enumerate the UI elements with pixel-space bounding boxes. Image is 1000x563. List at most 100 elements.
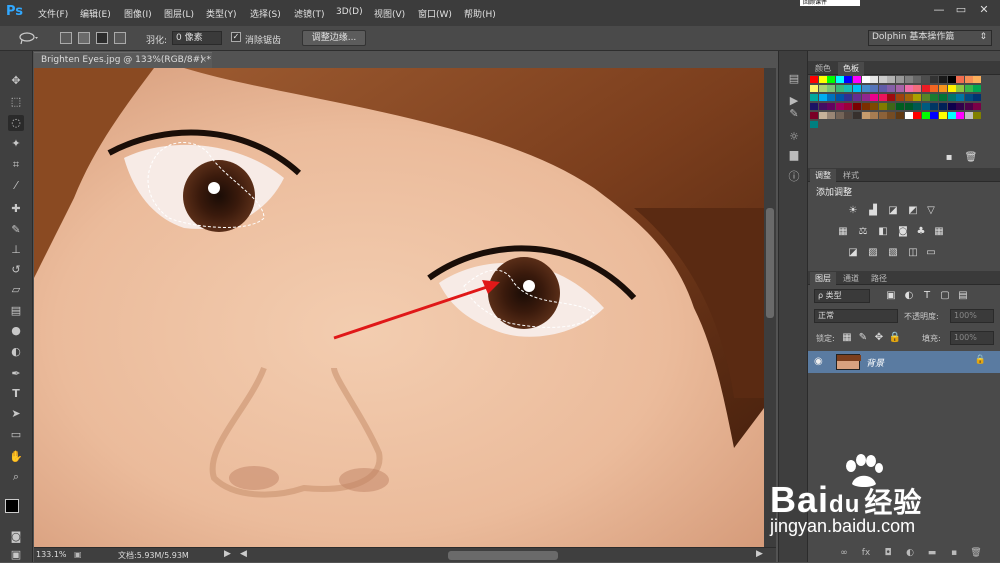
foreground-color-swatch[interactable] xyxy=(5,499,19,513)
swatch[interactable] xyxy=(835,85,844,92)
swatch[interactable] xyxy=(827,94,836,101)
swatch[interactable] xyxy=(930,94,939,101)
intersect-selection-icon[interactable] xyxy=(114,32,126,44)
hand-tool-icon[interactable]: ✋ xyxy=(8,449,24,465)
tab-color[interactable]: 颜色 xyxy=(810,62,836,75)
filter-smart-icon[interactable]: ▤ xyxy=(956,290,970,302)
swatch[interactable] xyxy=(861,103,870,110)
swatch[interactable] xyxy=(887,94,896,101)
info-panel-icon[interactable]: ⓘ xyxy=(786,169,802,185)
type-tool-icon[interactable]: T xyxy=(8,386,24,402)
swatch[interactable] xyxy=(827,85,836,92)
tab-swatches[interactable]: 色板 xyxy=(838,62,864,75)
path-selection-tool-icon[interactable]: ➤ xyxy=(8,406,24,422)
layer-name[interactable]: 背景 xyxy=(866,356,884,369)
new-swatch-icon[interactable]: ▪ xyxy=(942,152,956,164)
lasso-tool-icon[interactable]: ◌ xyxy=(8,115,24,131)
swatch[interactable] xyxy=(947,85,956,92)
swatch[interactable] xyxy=(904,76,913,83)
fx-icon[interactable]: fx xyxy=(860,547,872,559)
close-tab-icon[interactable]: × xyxy=(199,53,207,68)
swatch[interactable] xyxy=(835,103,844,110)
swatch[interactable] xyxy=(956,76,965,83)
new-adjustment-layer-icon[interactable]: ◐ xyxy=(904,547,916,559)
new-layer-icon[interactable]: ▪ xyxy=(948,547,960,559)
swatch[interactable] xyxy=(904,85,913,92)
layer-row[interactable]: ◉ 背景 🔒 xyxy=(808,351,1000,373)
lock-pixels-icon[interactable]: ✎ xyxy=(856,332,870,344)
minimize-button[interactable]: — xyxy=(930,3,948,17)
refine-edge-button[interactable]: 调整边缘... xyxy=(302,30,366,46)
menu-help[interactable]: 帮助(H) xyxy=(464,7,496,20)
swatch[interactable] xyxy=(896,76,904,83)
swatch[interactable] xyxy=(913,85,922,92)
delete-layer-icon[interactable]: 🗑 xyxy=(970,547,982,559)
lock-position-icon[interactable]: ✥ xyxy=(872,332,886,344)
document-canvas[interactable] xyxy=(34,68,764,547)
swatch[interactable] xyxy=(904,112,913,119)
swatch[interactable] xyxy=(913,103,922,110)
brush-presets-icon[interactable]: ✎ xyxy=(786,106,802,122)
swatch[interactable] xyxy=(870,103,879,110)
brush-tool-icon[interactable]: ✎ xyxy=(8,222,24,238)
swatch[interactable] xyxy=(947,112,956,119)
swatch[interactable] xyxy=(921,103,930,110)
zoom-level[interactable]: 133.1% xyxy=(36,550,67,559)
swatch[interactable] xyxy=(870,76,879,83)
blend-mode-select[interactable]: 正常 xyxy=(814,309,898,323)
marquee-tool-icon[interactable]: ⬚ xyxy=(8,94,24,110)
swatch[interactable] xyxy=(973,94,982,101)
shape-tool-icon[interactable]: ▭ xyxy=(8,427,24,443)
healing-brush-tool-icon[interactable]: ✚ xyxy=(8,201,24,217)
tab-channels[interactable]: 通道 xyxy=(838,272,864,285)
swatch[interactable] xyxy=(810,112,818,119)
swatch[interactable] xyxy=(827,103,836,110)
eyedropper-tool-icon[interactable]: ⁄ xyxy=(8,178,24,194)
layer-filter-select[interactable]: ρ 类型 xyxy=(814,289,870,303)
selective-color-icon[interactable]: ◫ xyxy=(906,247,920,259)
swatch[interactable] xyxy=(973,76,982,83)
vibrance-icon[interactable]: ▽ xyxy=(924,205,938,217)
swatch[interactable] xyxy=(939,94,947,101)
swatch[interactable] xyxy=(818,85,827,92)
workspace-select[interactable]: Dolphin 基本操作篇 ⇕ xyxy=(868,30,992,46)
eraser-tool-icon[interactable]: ▱ xyxy=(8,282,24,298)
swatch[interactable] xyxy=(896,112,904,119)
swatch[interactable] xyxy=(947,76,956,83)
close-window-button[interactable]: ✕ xyxy=(975,3,993,17)
vertical-scrollbar[interactable] xyxy=(764,68,776,547)
tab-paths[interactable]: 路径 xyxy=(866,272,892,285)
menu-file[interactable]: 文件(F) xyxy=(38,7,68,20)
posterize-icon[interactable]: ▨ xyxy=(866,247,880,259)
swatch[interactable] xyxy=(810,103,818,110)
exposure-icon[interactable]: ◩ xyxy=(906,205,920,217)
history-brush-tool-icon[interactable]: ↺ xyxy=(8,262,24,278)
swatch[interactable] xyxy=(913,76,922,83)
swatch[interactable] xyxy=(887,76,896,83)
quick-mask-icon[interactable]: ◙ xyxy=(8,529,24,545)
subtract-selection-icon[interactable] xyxy=(96,32,108,44)
move-tool-icon[interactable]: ✥ xyxy=(8,73,24,89)
swatch[interactable] xyxy=(818,76,827,83)
swatch[interactable] xyxy=(853,112,861,119)
horizontal-scroll-thumb[interactable] xyxy=(448,551,558,560)
crop-tool-icon[interactable]: ⌗ xyxy=(8,157,24,173)
screen-mode-icon[interactable]: ▣ xyxy=(8,547,24,563)
swatch[interactable] xyxy=(878,94,887,101)
swatch[interactable] xyxy=(844,112,853,119)
swatch[interactable] xyxy=(921,94,930,101)
swatch[interactable] xyxy=(964,85,973,92)
opacity-input[interactable]: 100% xyxy=(950,309,994,323)
swatch[interactable] xyxy=(835,76,844,83)
zoom-tool-icon[interactable]: ⌕ xyxy=(8,469,24,485)
channel-mixer-icon[interactable]: ♣ xyxy=(914,226,928,238)
swatch[interactable] xyxy=(810,121,818,128)
brightness-icon[interactable]: ☀ xyxy=(846,205,860,217)
swatch[interactable] xyxy=(904,103,913,110)
swatch[interactable] xyxy=(947,103,956,110)
swatch[interactable] xyxy=(835,112,844,119)
swatch[interactable] xyxy=(964,94,973,101)
swatch[interactable] xyxy=(853,85,861,92)
status-menu-arrow-icon[interactable]: ▶ xyxy=(224,549,231,559)
swatch[interactable] xyxy=(896,94,904,101)
